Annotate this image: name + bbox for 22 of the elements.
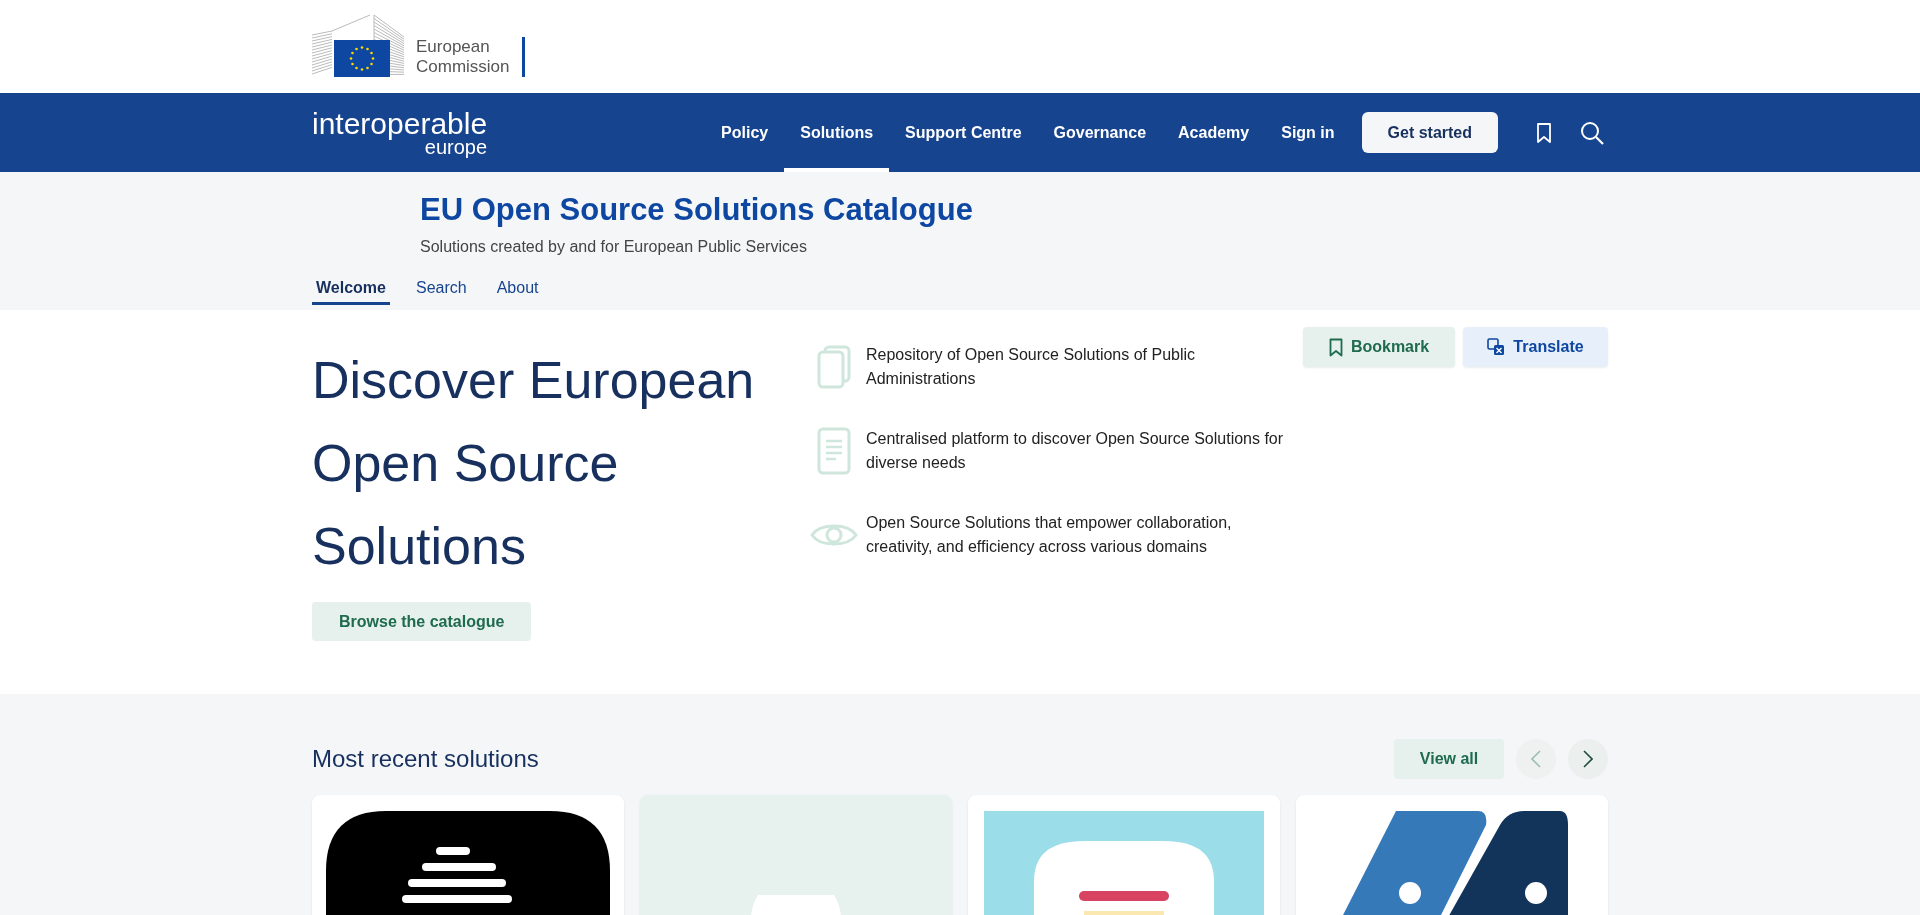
site-logo[interactable]: interoperable europe (312, 108, 488, 157)
page-title: EU Open Source Solutions Catalogue (419, 191, 974, 228)
bookmark-button[interactable]: Bookmark (1303, 327, 1455, 367)
translate-button[interactable]: Translate (1463, 327, 1608, 367)
view-all-button[interactable]: View all (1394, 739, 1504, 779)
tab[interactable]: About (492, 273, 543, 305)
feature-text: Open Source Solutions that empower collaboration, creativity, and efficiency across various domains (866, 513, 1233, 557)
hero-heading: Discover European Open Source Solutions (312, 350, 756, 577)
feature-text: Repository of Open Source Solutions of Public Administrations (866, 345, 1197, 389)
commission-logo-text: European Commission (416, 37, 510, 77)
section-heading: Most recent solutions (312, 745, 539, 773)
nav-link[interactable]: Sign in (1265, 93, 1351, 172)
nav-link[interactable]: Support Centre (889, 93, 1038, 172)
page-subtitle: Solutions created by and for European Public Services (420, 238, 808, 256)
feature-text: Centralised platform to discover Open Source Solutions for diverse needs (866, 429, 1285, 473)
nav-link[interactable]: Academy (1162, 93, 1266, 172)
get-started-button[interactable]: Get started (1361, 112, 1498, 153)
nav-link[interactable]: Policy (705, 93, 785, 172)
browse-button[interactable]: Browse the catalogue (312, 602, 532, 641)
nav-link[interactable]: Governance (1037, 93, 1163, 172)
tab[interactable]: Search (411, 273, 471, 305)
tab[interactable]: Welcome (312, 273, 390, 305)
